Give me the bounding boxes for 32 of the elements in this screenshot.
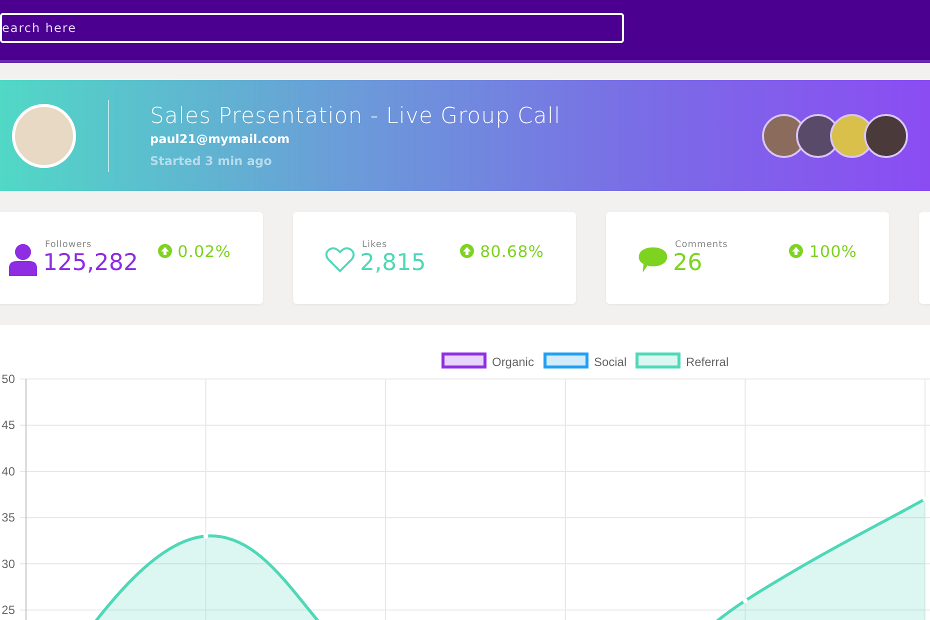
up-arrow-icon [158,244,172,258]
up-arrow-icon [789,244,804,258]
participant-avatar [864,114,908,158]
change-percent: 100% [809,242,857,260]
y-axis-tick: 30 [2,556,15,571]
data-point [203,534,208,539]
y-axis-tick: 50 [2,372,15,386]
search-field[interactable]: earch here [0,13,624,43]
stat-label: Likes [362,240,388,250]
stat-value: 125,282 [43,250,138,276]
data-point [742,598,748,604]
y-axis-tick: 35 [2,510,15,525]
legend-swatch[interactable] [636,352,680,368]
y-axis-tick: 40 [2,464,15,478]
up-arrow-icon [460,244,474,258]
legend-label[interactable]: Organic [492,355,534,369]
y-axis-tick: 45 [2,418,15,432]
started-text: Started 3 min ago [150,154,273,168]
change-percent: 0.02% [178,242,231,260]
legend-label[interactable]: Social [594,355,627,369]
legend-swatch[interactable] [544,352,588,368]
change-percent: 80.68% [480,242,544,260]
data-point [922,496,928,502]
email-text: paul21@mymail.com [150,132,291,146]
stat-value: 26 [673,250,704,276]
stat-label: Comments [675,240,728,250]
stat-value: 2,815 [360,250,426,276]
legend-label[interactable]: Referral [686,355,729,369]
legend-swatch[interactable] [442,352,486,368]
stat-label: Followers [45,240,93,250]
y-axis-tick: 25 [2,603,15,617]
call-title: Sales Presentation - Live Group Call [150,104,561,128]
